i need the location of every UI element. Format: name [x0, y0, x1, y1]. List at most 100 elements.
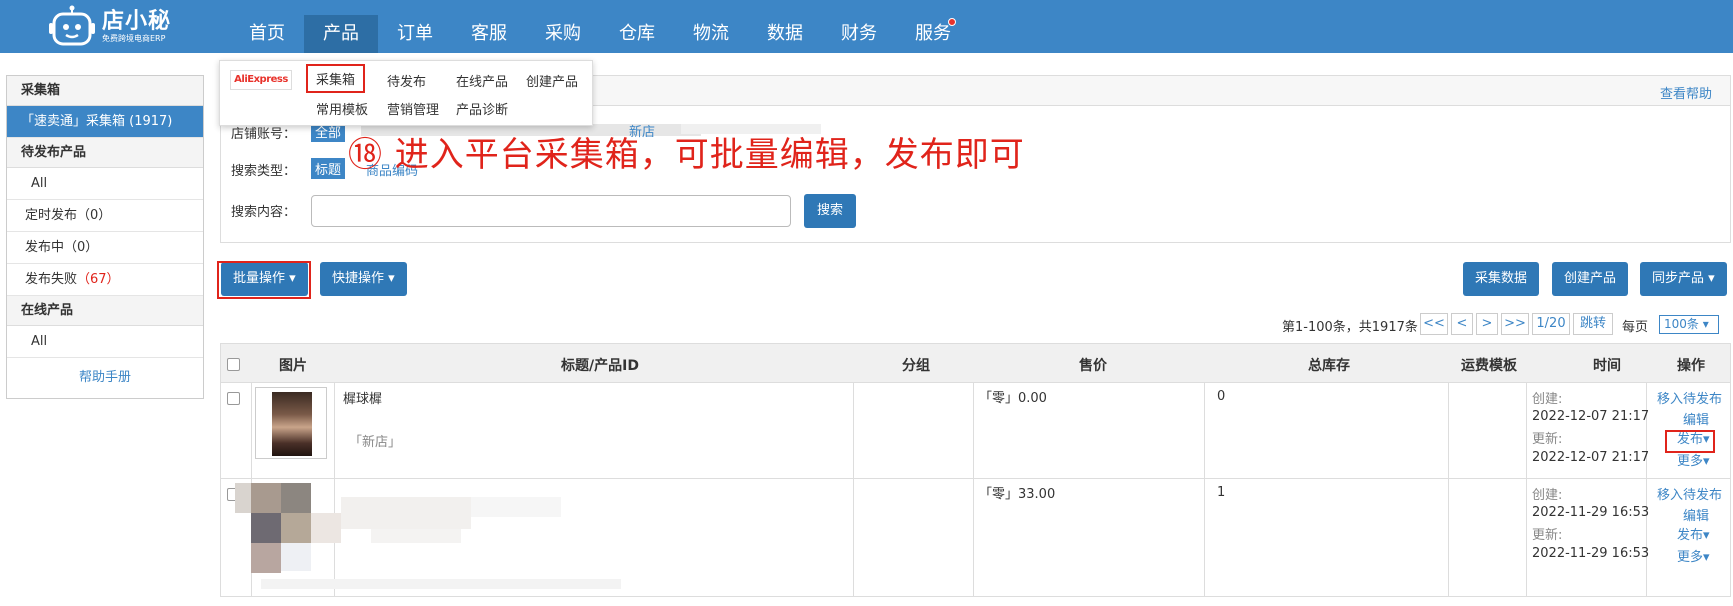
- nav-orders[interactable]: 订单: [378, 15, 452, 53]
- product-stock: 1: [1217, 485, 1226, 500]
- nav-services-label: 服务: [915, 23, 951, 44]
- sidebar-item-online-all[interactable]: All: [7, 326, 203, 358]
- top-navigation-bar: 店小秘 免费跨境电商ERP 首页 产品 订单 客服 采购 仓库 物流 数据 财务…: [0, 0, 1733, 53]
- pager-summary: 第1-100条，共1917条: [1282, 320, 1418, 335]
- pager-next[interactable]: >: [1476, 313, 1498, 335]
- view-help-link[interactable]: 查看帮助: [1660, 83, 1712, 102]
- scheduled-count: （0）: [77, 208, 112, 223]
- move-to-pending-link[interactable]: 移入待发布: [1657, 388, 1722, 407]
- sidebar-item-aliexpress-collect-box[interactable]: 「速卖通」采集箱 (1917): [7, 106, 203, 138]
- per-page-select[interactable]: 100条 ▾: [1659, 315, 1719, 334]
- nav-finance[interactable]: 财务: [822, 15, 896, 53]
- created-time: 2022-12-07 21:17: [1532, 409, 1650, 424]
- product-stock: 0: [1217, 389, 1226, 404]
- menu-item-marketing[interactable]: 营销管理: [387, 99, 439, 118]
- caret-down-icon: ▾: [1703, 528, 1710, 543]
- nav-logistics[interactable]: 物流: [674, 15, 748, 53]
- sync-product-button[interactable]: 同步产品 ▾: [1640, 262, 1727, 296]
- create-product-button[interactable]: 创建产品: [1552, 262, 1629, 296]
- pager-first[interactable]: <<: [1420, 313, 1448, 335]
- product-shop: 「新店」: [349, 435, 402, 450]
- sidebar-item-pending-all[interactable]: All: [7, 168, 203, 200]
- nav-home[interactable]: 首页: [230, 15, 304, 53]
- more-link[interactable]: 更多▾: [1677, 546, 1710, 565]
- products-dropdown-menu: AliExpress 采集箱 待发布 在线产品 创建产品 常用模板 营销管理 产…: [219, 60, 593, 126]
- publish-link[interactable]: 发布▾: [1677, 524, 1710, 543]
- pager-prev[interactable]: <: [1451, 313, 1473, 335]
- more-label: 更多: [1677, 454, 1704, 469]
- header-stock: 总库存: [1308, 358, 1350, 374]
- product-title[interactable]: 樨球樨: [343, 388, 382, 407]
- search-input[interactable]: [311, 195, 791, 227]
- more-label: 更多: [1677, 550, 1704, 565]
- product-price: 「零」0.00: [979, 391, 1047, 406]
- scheduled-label: 定时发布: [25, 208, 78, 223]
- updated-time: 2022-12-07 21:17: [1532, 450, 1650, 465]
- sidebar-item-publishing[interactable]: 发布中（0）: [7, 232, 203, 264]
- brand-logo[interactable]: 店小秘 免费跨境电商ERP: [48, 4, 171, 50]
- publish-label: 发布: [1677, 528, 1704, 543]
- notification-dot: [948, 18, 956, 26]
- sidebar-item-scheduled[interactable]: 定时发布（0）: [7, 200, 203, 232]
- edit-link[interactable]: 编辑: [1683, 409, 1709, 428]
- brand-tagline: 免费跨境电商ERP: [102, 34, 166, 43]
- search-button[interactable]: 搜索: [804, 194, 856, 228]
- menu-item-create-product[interactable]: 创建产品: [526, 71, 578, 90]
- header-group: 分组: [902, 358, 930, 374]
- menu-item-pending[interactable]: 待发布: [387, 71, 426, 90]
- menu-item-diagnosis[interactable]: 产品诊断: [456, 99, 508, 118]
- failed-count: （67）: [77, 272, 120, 287]
- header-image: 图片: [279, 358, 307, 374]
- brand-text: 店小秘 免费跨境电商ERP: [102, 10, 171, 44]
- pager-last[interactable]: >>: [1501, 313, 1529, 335]
- pager-page-input[interactable]: 1/20: [1532, 313, 1570, 335]
- product-thumbnail[interactable]: [255, 387, 327, 459]
- quick-operations-button[interactable]: 快捷操作 ▾: [320, 262, 407, 296]
- row-checkbox[interactable]: [227, 392, 240, 405]
- edit-link[interactable]: 编辑: [1683, 505, 1709, 524]
- tutorial-annotation: ⑱ 进入平台采集箱，可批量编辑，发布即可: [348, 135, 1025, 175]
- menu-item-collect-box[interactable]: 采集箱: [306, 64, 366, 93]
- pager-jump[interactable]: 跳转: [1573, 313, 1613, 335]
- help-manual-link[interactable]: 帮助手册: [7, 358, 203, 398]
- collect-data-button[interactable]: 采集数据: [1463, 262, 1540, 296]
- header-title: 标题/产品ID: [561, 358, 639, 374]
- chevron-down-icon: ▾: [1698, 317, 1709, 331]
- header-price: 售价: [1079, 358, 1107, 374]
- product-price: 「零」33.00: [979, 487, 1056, 502]
- brand-name: 店小秘: [102, 9, 172, 34]
- nav-customer-service[interactable]: 客服: [452, 15, 526, 53]
- nav-services[interactable]: 服务: [896, 15, 970, 53]
- table-row: 樨球樨 「新店」 「零」0.00 0 创建: 2022-12-07 21:17 …: [220, 383, 1731, 479]
- select-all-checkbox[interactable]: [227, 358, 240, 371]
- aliexpress-logo[interactable]: AliExpress: [230, 70, 292, 90]
- updated-label: 更新:: [1532, 432, 1563, 447]
- sidebar-header-online: 在线产品: [7, 296, 203, 326]
- move-to-pending-link[interactable]: 移入待发布: [1657, 484, 1722, 503]
- nav-warehouse[interactable]: 仓库: [600, 15, 674, 53]
- nav-products[interactable]: 产品: [304, 15, 378, 53]
- menu-item-online-products[interactable]: 在线产品: [456, 71, 508, 90]
- per-page-value: 100条: [1664, 317, 1699, 331]
- sidebar-header-pending: 待发布产品: [7, 138, 203, 168]
- table-header: 图片 标题/产品ID 分组 售价 总库存 运费模板 时间 操作: [220, 343, 1731, 383]
- header-actions: 操作: [1677, 358, 1705, 374]
- caret-down-icon: ▾: [1703, 550, 1710, 565]
- search-type-label: 搜索类型：: [231, 164, 297, 179]
- nav-data[interactable]: 数据: [748, 15, 822, 53]
- created-time: 2022-11-29 16:53: [1532, 505, 1650, 520]
- menu-item-templates[interactable]: 常用模板: [316, 99, 368, 118]
- search-type-title[interactable]: 标题: [311, 158, 346, 179]
- publish-highlight-box: [1665, 430, 1715, 453]
- header-time: 时间: [1593, 358, 1621, 374]
- sidebar-item-failed[interactable]: 发布失败（67）: [7, 264, 203, 296]
- sidebar: 采集箱 「速卖通」采集箱 (1917) 待发布产品 All 定时发布（0） 发布…: [6, 75, 204, 399]
- updated-label: 更新:: [1532, 528, 1563, 543]
- search-content-label: 搜索内容：: [231, 205, 297, 220]
- product-image: [272, 392, 312, 456]
- created-label: 创建:: [1532, 488, 1563, 503]
- per-page-label: 每页: [1622, 320, 1649, 335]
- header-shipping-template: 运费模板: [1461, 358, 1517, 374]
- nav-purchase[interactable]: 采购: [526, 15, 600, 53]
- main-nav: 首页 产品 订单 客服 采购 仓库 物流 数据 财务 服务: [230, 15, 970, 53]
